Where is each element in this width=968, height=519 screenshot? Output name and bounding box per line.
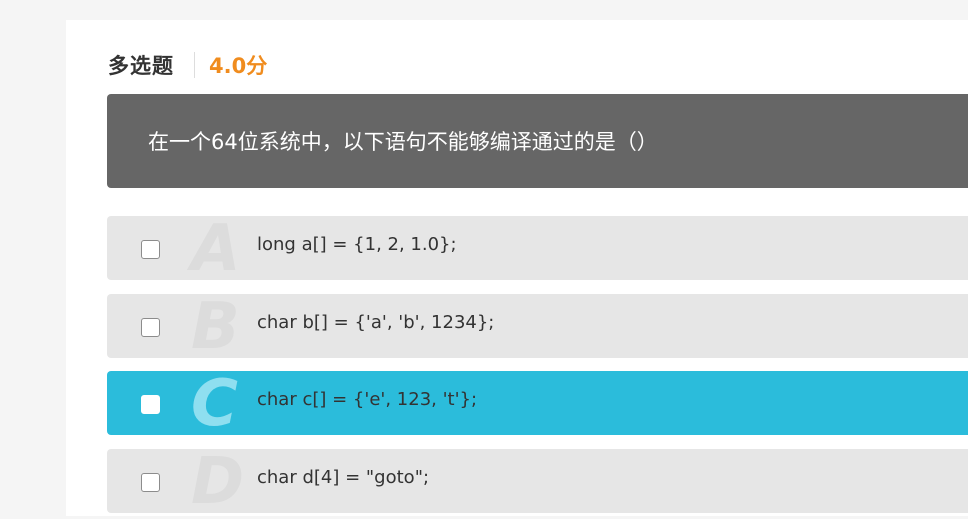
option-a-letter: A (191, 212, 241, 286)
option-c[interactable]: C char c[] = {'e', 123, 't'}; (107, 369, 968, 439)
question-type-label: 多选题 (108, 54, 174, 78)
option-a[interactable]: A long a[] = {1, 2, 1.0}; (107, 214, 968, 284)
question-text: 在一个64位系统中，以下语句不能够编译通过的是（） (148, 130, 658, 154)
option-a-text: long a[] = {1, 2, 1.0}; (257, 234, 457, 255)
option-d-text: char d[4] = "goto"; (257, 467, 430, 488)
option-b-checkbox[interactable] (141, 318, 160, 337)
question-box: 在一个64位系统中，以下语句不能够编译通过的是（） (107, 94, 968, 188)
option-d-checkbox[interactable] (141, 473, 160, 492)
option-b-letter: B (191, 290, 240, 364)
option-c-checkbox[interactable] (141, 395, 160, 414)
option-b-text: char b[] = {'a', 'b', 1234}; (257, 312, 495, 333)
question-header: 多选题 4.0分 (108, 50, 267, 80)
score-label: 4.0分 (209, 54, 268, 78)
option-a-checkbox[interactable] (141, 240, 160, 259)
option-c-text: char c[] = {'e', 123, 't'}; (257, 389, 478, 410)
option-b[interactable]: B char b[] = {'a', 'b', 1234}; (107, 292, 968, 362)
option-d-letter: D (191, 445, 245, 519)
option-c-letter: C (191, 367, 238, 441)
option-d[interactable]: D char d[4] = "goto"; (107, 447, 968, 517)
header-divider (194, 52, 195, 78)
question-card: 多选题 4.0分 在一个64位系统中，以下语句不能够编译通过的是（） A lon… (66, 20, 968, 517)
